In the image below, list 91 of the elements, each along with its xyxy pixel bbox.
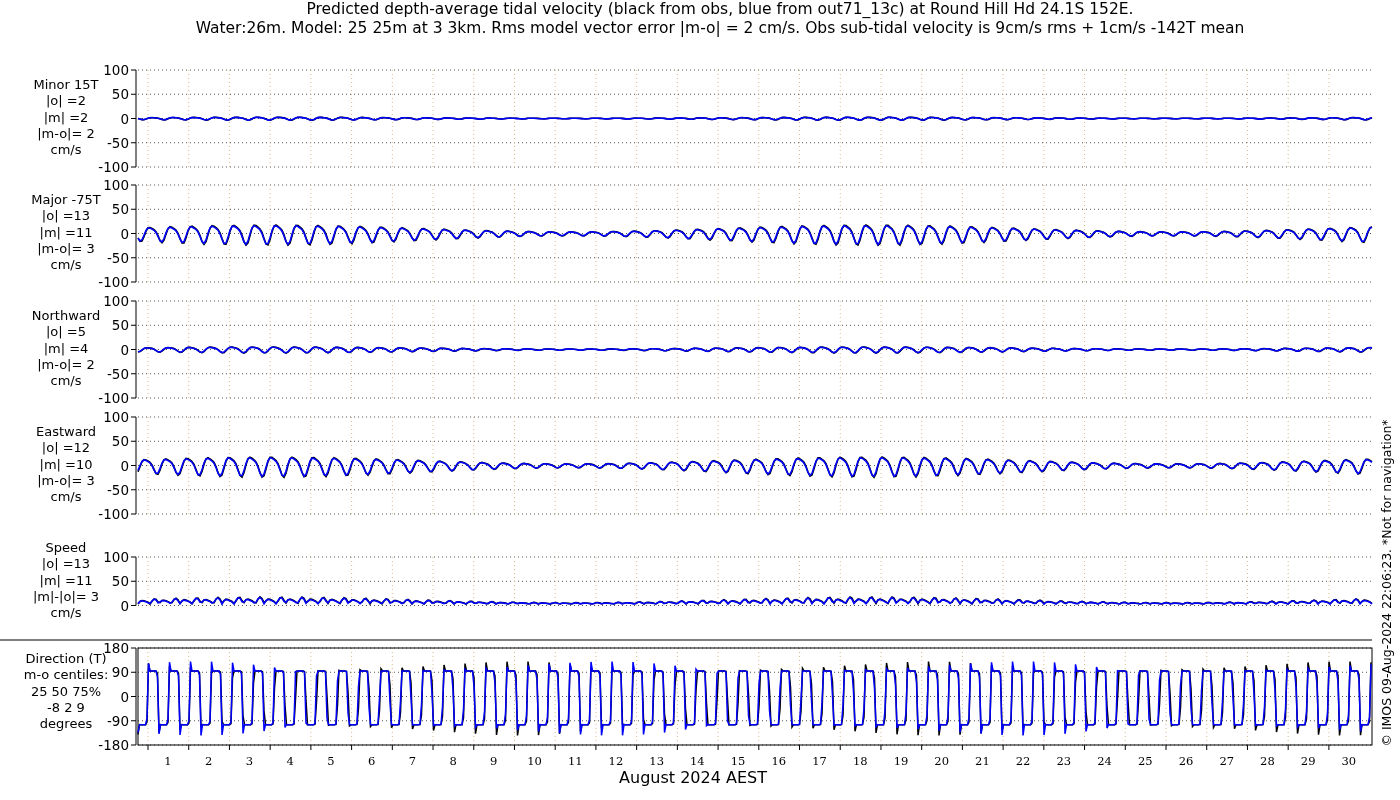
panel-label: |m-o|= 2 [37,356,95,372]
axis-tick-label: -100 [98,274,129,290]
day-label: 29 [1300,754,1316,768]
day-label: 3 [245,754,254,768]
panel-label: |m|-|o|= 3 [32,588,100,604]
axis-tick-label: -90 [106,712,129,729]
axis-tick-label: -50 [106,365,129,382]
day-label: 24 [1097,754,1112,768]
panel-label: |m-o|= 3 [37,472,95,488]
panel-label: degrees [39,716,93,732]
y-axis [130,556,137,606]
day-label: 26 [1178,754,1194,768]
day-label: 11 [567,754,583,768]
day-label: 14 [690,754,705,768]
day-label: 8 [449,754,457,768]
day-label: 22 [1015,754,1031,768]
copyright-note: © IMOS 09-Aug-2024 22:06:23. *Not for navigation* [1379,419,1394,747]
day-label: 9 [490,754,498,768]
panel-label: |o| =5 [46,324,86,340]
axis-tick-label: 100 [103,293,129,309]
axis-tick-label: -100 [98,390,129,406]
day-label: 7 [408,754,416,768]
day-label: 15 [730,754,746,768]
panel-label: |m| =4 [43,340,89,356]
axis-tick-label: 0 [120,688,129,705]
day-label: 28 [1260,754,1275,768]
day-label: 23 [1056,754,1072,768]
day-label: 5 [327,754,335,768]
axis-tick-label: -100 [98,506,129,522]
axis-tick-label: 100 [103,62,129,78]
axis-tick-label: 0 [120,457,129,474]
axis-tick-label: 100 [103,177,129,193]
day-label: 30 [1341,754,1357,768]
panel-label: |m| =11 [39,224,93,240]
day-label: 21 [975,754,990,768]
day-label: 13 [649,754,664,768]
panel-label: Northward [31,308,101,323]
axis-tick-label: -180 [98,737,129,753]
day-label: 6 [367,754,376,768]
chart-title: Predicted depth-average tidal velocity (black from obs, blue from out71_13c) at Round Hill Hd 24.1S 152E. [306,0,1134,18]
axis-tick-label: 50 [111,433,129,450]
panel-label: cm/s [50,489,82,505]
day-label: 19 [893,754,909,768]
panel-label: |o| =13 [41,208,91,224]
panel-label: 25 50 75% [30,683,102,699]
axis-tick-label: 50 [111,86,129,103]
panel-label: |o| =12 [41,440,91,456]
axis-tick-label: 50 [111,573,129,590]
day-label: 2 [205,754,213,768]
panel-label: |m-o|= 3 [37,240,95,256]
panel-label: cm/s [50,605,82,621]
day-label: 25 [1137,754,1153,768]
day-label: 27 [1219,754,1235,768]
panel-label: |m| =11 [39,572,93,588]
day-label: 17 [812,754,827,768]
day-label: 4 [286,754,294,768]
panel-label: |m| =10 [39,456,93,472]
day-label: 10 [527,754,542,768]
panel-label: Speed [45,540,87,555]
day-label: 16 [771,754,787,768]
axis-tick-label: 100 [103,409,129,425]
axis-tick-label: 100 [103,549,129,565]
day-label: 12 [608,754,624,768]
panel-label: Eastward [36,424,96,439]
axis-tick-label: -100 [98,159,129,175]
day-label: 1 [164,754,172,768]
axis-tick-label: -50 [106,134,129,151]
panel-label: |o| =2 [46,93,86,109]
panel-label: Major -75T [31,192,101,207]
chart-title: Water:26m. Model: 25 25m at 3 3km. Rms model vector error |m-o| = 2 cm/s. Obs sub-tidal velocity is 9cm/s rms + 1cm/s -142T mean [195,19,1245,37]
panel-label: m-o centiles: [23,667,109,683]
panel-label: Minor 15T [33,77,99,92]
axis-tick-label: 0 [120,225,129,242]
day-label: 20 [934,754,949,768]
panel-label: -8 2 9 [47,699,85,715]
panel-label: cm/s [50,257,82,273]
panel-label: |m| =2 [43,109,89,125]
panel-label: cm/s [50,142,82,158]
axis-title: August 2024 AEST [619,768,767,787]
axis-tick-label: 50 [111,201,129,218]
panel-label: |o| =13 [41,556,91,572]
panel-label: cm/s [50,373,82,389]
axis-tick-label: 0 [120,110,129,127]
axis-tick-label: 50 [111,317,129,334]
axis-tick-label: 90 [111,664,129,681]
day-label: 18 [852,754,868,768]
axis-tick-label: 0 [120,341,129,358]
axis-tick-label: 0 [120,597,129,614]
axis-tick-label: -50 [106,481,129,498]
axis-tick-label: -50 [106,249,129,266]
panel-label: |m-o|= 2 [37,125,95,141]
